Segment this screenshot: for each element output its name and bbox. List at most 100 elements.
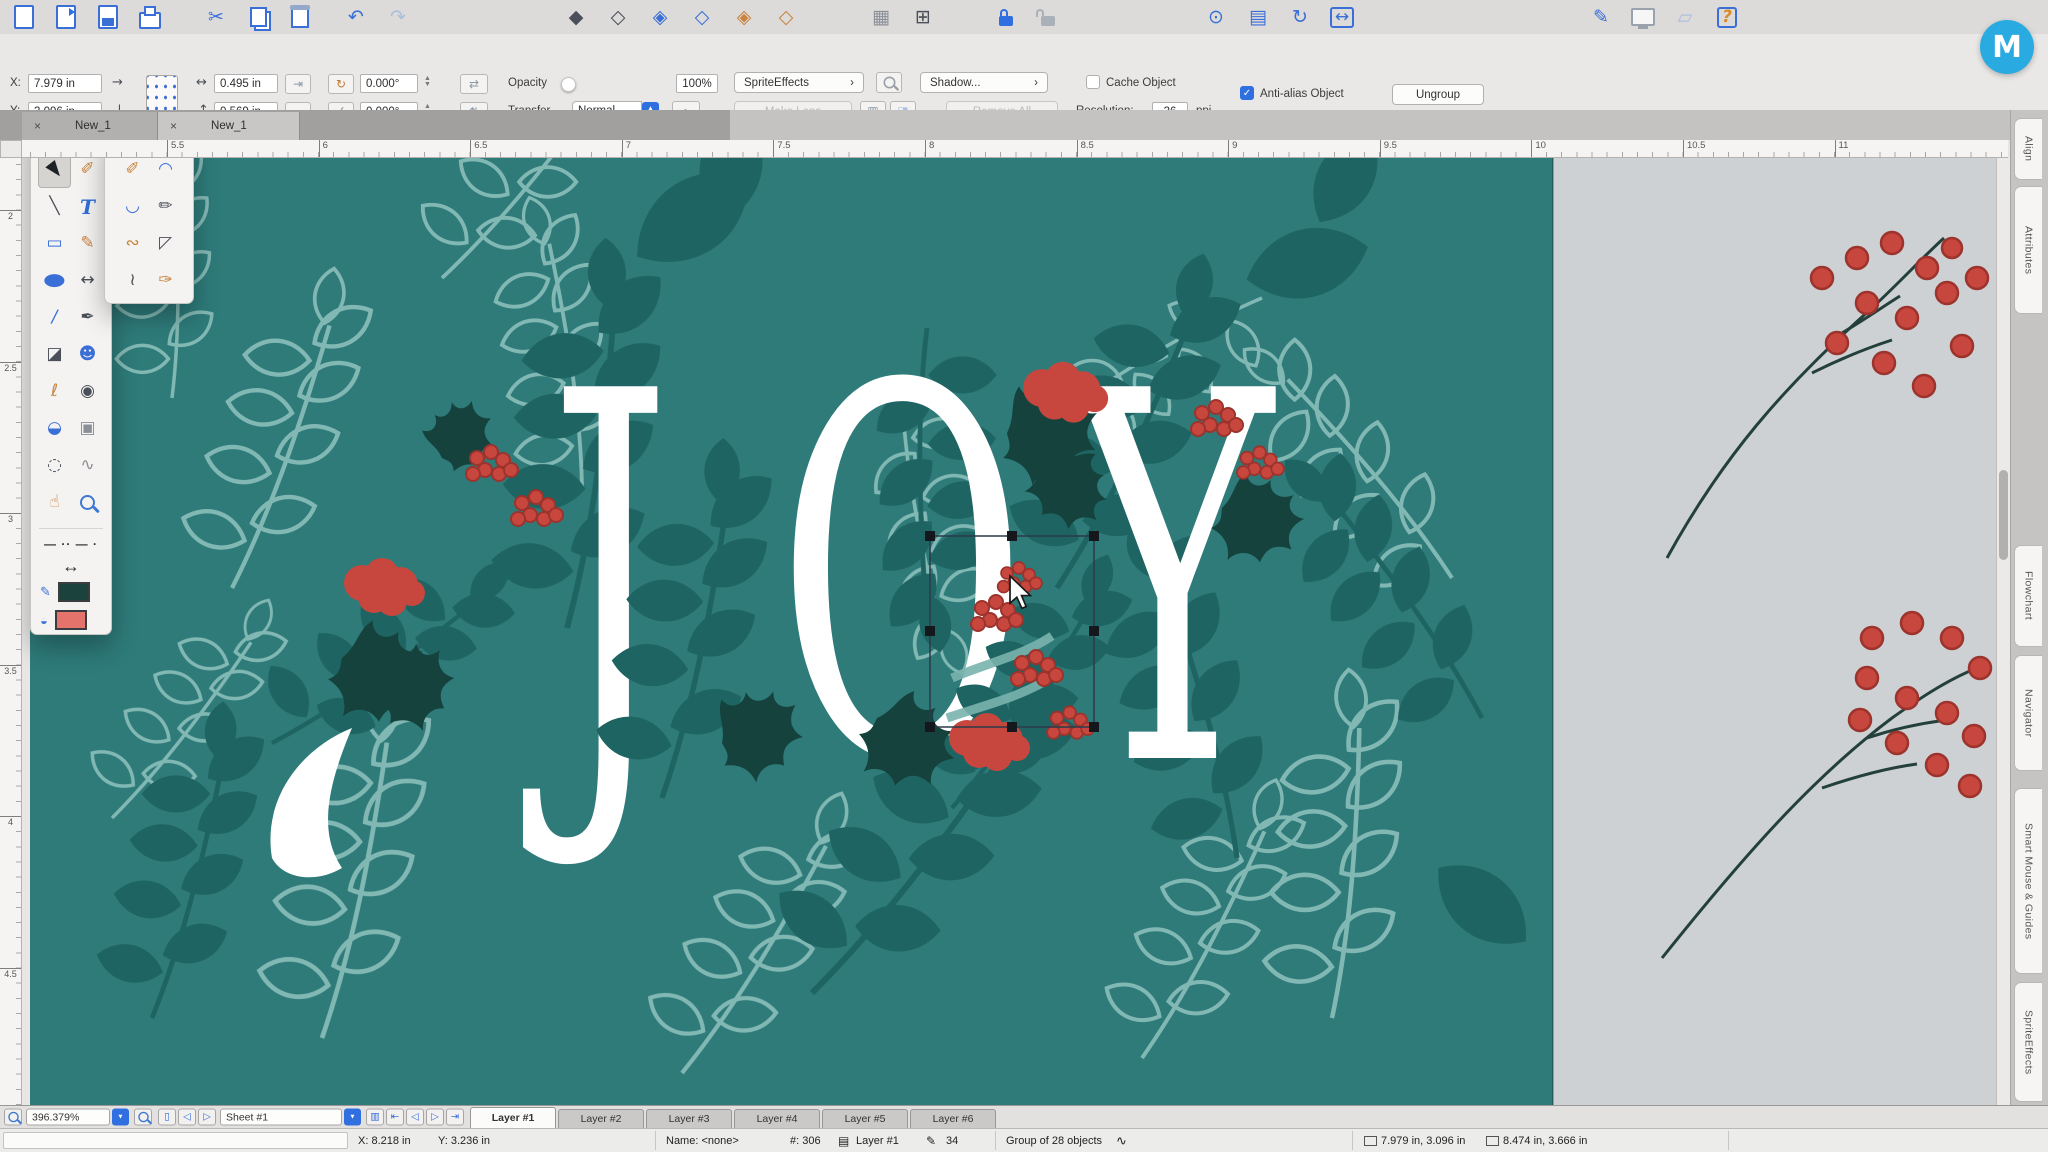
next-page-button[interactable]: ▷ — [198, 1109, 216, 1126]
help-icon[interactable]: ? — [1711, 3, 1743, 31]
pencil-tool[interactable]: ✏ — [149, 188, 182, 225]
lasso-tool[interactable]: ◌ — [38, 447, 71, 484]
document-inspector-icon[interactable]: ▤ — [1242, 3, 1274, 31]
text-tool[interactable]: T — [71, 188, 104, 225]
bring-to-front-icon[interactable]: ◆ — [560, 3, 592, 31]
layer-tab[interactable]: Layer #2 — [558, 1109, 644, 1128]
close-tab-icon[interactable]: × — [170, 119, 177, 133]
send-backward-icon[interactable]: ◇ — [686, 3, 718, 31]
send-to-back-icon[interactable]: ◇ — [602, 3, 634, 31]
panel-tab[interactable]: Flowchart — [2014, 545, 2042, 647]
panel-tab[interactable]: Align — [2014, 118, 2042, 180]
close-tab-icon[interactable]: × — [34, 119, 41, 133]
canvas[interactable]: J O Y — [22, 158, 1996, 1105]
trace-tool[interactable]: ∿ — [71, 447, 104, 484]
print-icon[interactable] — [134, 3, 166, 31]
measure-inspector-icon[interactable]: ↔ — [1326, 3, 1358, 31]
zoom-indicator-icon[interactable] — [4, 1109, 22, 1126]
x-field[interactable]: 7.979 in — [28, 74, 102, 93]
freehand-tool[interactable]: ✎ — [71, 225, 104, 262]
ellipse-tool[interactable]: ● — [38, 262, 71, 299]
bucket-fill-tool[interactable]: ◒ — [38, 410, 71, 447]
panel-tab[interactable]: Smart Mouse & Guides — [2014, 788, 2042, 974]
previous-page-button[interactable]: ◁ — [178, 1109, 196, 1126]
width-field[interactable]: 0.495 in — [214, 74, 278, 93]
knife-tool[interactable]: ∕ — [38, 299, 71, 336]
calligraphic-pen-tool[interactable]: ✑ — [149, 262, 182, 299]
layer-tab[interactable]: Layer #1 — [470, 1107, 556, 1128]
open-document-icon[interactable] — [50, 3, 82, 31]
sheet-select-field[interactable]: Sheet #1 — [220, 1109, 342, 1126]
first-layer-button[interactable]: ⇤ — [386, 1109, 404, 1126]
bring-forward-icon[interactable]: ◈ — [644, 3, 676, 31]
copy-icon[interactable] — [242, 3, 274, 31]
save-document-icon[interactable] — [92, 3, 124, 31]
bezigon-tool[interactable]: ◡ — [116, 188, 149, 225]
styles-pen-icon[interactable]: ✎ — [1585, 3, 1617, 31]
ungroup-icon[interactable]: ◇ — [770, 3, 802, 31]
layer-tab[interactable]: Layer #5 — [822, 1109, 908, 1128]
vertical-scrollbar[interactable] — [1996, 158, 2010, 1105]
fill-color-swatch[interactable] — [55, 610, 87, 630]
ghost-tool[interactable]: ☻ — [71, 336, 104, 373]
feather-pen-tool[interactable]: ℓ — [38, 373, 71, 410]
cache-object-checkbox[interactable] — [1086, 75, 1100, 89]
panel-tab[interactable]: Navigator — [2014, 655, 2042, 771]
unlock-icon[interactable] — [1032, 3, 1064, 31]
transform-inspector-icon[interactable]: ↻ — [1284, 3, 1316, 31]
rotation-icon-button[interactable]: ↻ — [328, 74, 354, 94]
stroke-color-swatch[interactable] — [58, 582, 90, 602]
new-page-button[interactable]: ▯ — [158, 1109, 176, 1126]
panel-tab[interactable]: SpriteEffects — [2014, 982, 2042, 1102]
opacity-value-field[interactable]: 100% — [676, 74, 718, 93]
image-capture-tool[interactable]: ▣ — [71, 410, 104, 447]
tools-palette[interactable]: ✐╲T▭✎●↔∕✒◪☻ℓ◉◒▣◌∿☝ — ·· — · ↔ ✎ ◒ — [30, 158, 112, 635]
layer-tab[interactable]: Layer #4 — [734, 1109, 820, 1128]
joy-lettering[interactable]: J O Y — [520, 281, 1277, 879]
shadow-tool[interactable]: ◪ — [38, 336, 71, 373]
cut-icon[interactable]: ✂ — [200, 3, 232, 31]
connector-tool[interactable]: ≀ — [116, 262, 149, 299]
preview-monitor-icon[interactable] — [1627, 3, 1659, 31]
zoom-tool-button[interactable] — [134, 1109, 152, 1126]
zoom-dropdown-button[interactable]: ▼ — [112, 1109, 129, 1126]
reshape-tool[interactable]: ∾ — [116, 225, 149, 262]
extract-path-tool[interactable]: ◸ — [149, 225, 182, 262]
object-inspector-icon[interactable]: ⊙ — [1200, 3, 1232, 31]
panel-tab[interactable]: Attributes — [2014, 186, 2042, 314]
spriteeffects-edit-button[interactable] — [876, 72, 902, 93]
export-disabled-icon[interactable]: ▱ — [1669, 3, 1701, 31]
paintbrush-tool[interactable]: ✐ — [71, 158, 104, 188]
arc-tool[interactable]: ◠ — [149, 158, 182, 188]
rotation-stepper[interactable]: ▲▼ — [424, 76, 431, 87]
snap-to-grid-icon[interactable]: ⊞ — [907, 3, 939, 31]
next-layer-button[interactable]: ▷ — [426, 1109, 444, 1126]
layer-tab[interactable]: Layer #6 — [910, 1109, 996, 1128]
grid-icon[interactable]: ▦ — [865, 3, 897, 31]
transform-origin-selector[interactable] — [146, 75, 178, 113]
rotation-field[interactable]: 0.000° — [360, 74, 418, 93]
lock-icon[interactable] — [990, 3, 1022, 31]
eyedropper-tool[interactable]: ✒ — [71, 299, 104, 336]
vertical-scroll-thumb[interactable] — [1999, 470, 2008, 560]
paste-icon[interactable] — [284, 3, 316, 31]
secondary-tools-palette[interactable]: ✐◠◡✏∾◸≀✑ — [104, 158, 194, 304]
zoom-tool[interactable] — [71, 484, 104, 521]
sheet-dropdown-button[interactable]: ▼ — [344, 1109, 361, 1126]
layer-tab[interactable]: Layer #3 — [646, 1109, 732, 1128]
group-icon[interactable]: ◈ — [728, 3, 760, 31]
variable-stroke-tool[interactable]: ✐ — [116, 158, 149, 188]
last-layer-button[interactable]: ⇥ — [446, 1109, 464, 1126]
dimension-tool[interactable]: ↔ — [71, 262, 104, 299]
hand-tool[interactable]: ☝ — [38, 484, 71, 521]
stroke-style-selector[interactable]: — ·· — · — [31, 532, 111, 555]
arrowheads-selector[interactable]: ↔ — [31, 555, 111, 578]
zoom-level-field[interactable]: 396.379% — [26, 1109, 110, 1126]
pointer-tool[interactable] — [38, 158, 71, 188]
redo-icon[interactable]: ↷ — [382, 3, 414, 31]
shadow-button[interactable]: Shadow...› — [920, 72, 1048, 93]
fisheye-lens-tool[interactable]: ◉ — [71, 373, 104, 410]
new-document-icon[interactable] — [8, 3, 40, 31]
reflect-button[interactable]: ⇄ — [460, 74, 488, 94]
line-tool[interactable]: ╲ — [38, 188, 71, 225]
